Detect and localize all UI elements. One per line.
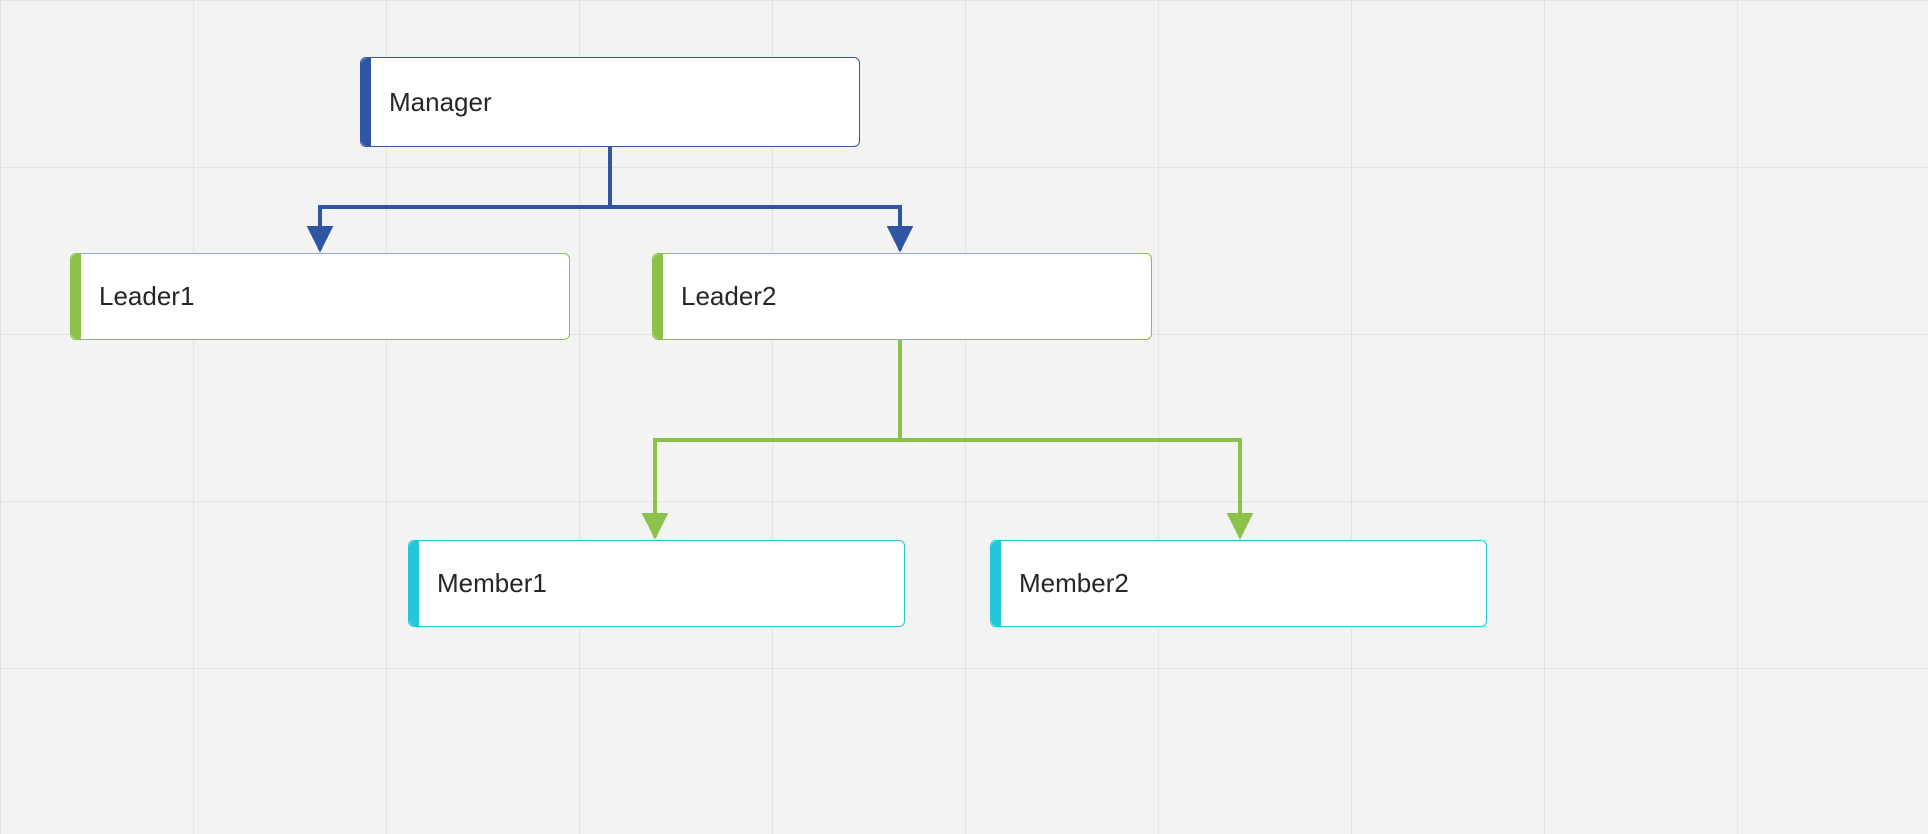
node-leader1[interactable]: Leader1: [70, 253, 570, 340]
node-label: Leader2: [681, 281, 776, 312]
node-label: Member1: [437, 568, 547, 599]
node-accent: [653, 254, 663, 339]
node-accent: [409, 541, 419, 626]
node-label: Leader1: [99, 281, 194, 312]
grid-background: [0, 0, 1928, 834]
node-accent: [71, 254, 81, 339]
node-accent: [361, 58, 371, 146]
node-manager[interactable]: Manager: [360, 57, 860, 147]
node-member1[interactable]: Member1: [408, 540, 905, 627]
node-label: Member2: [1019, 568, 1129, 599]
diagram-canvas[interactable]: Manager Leader1 Leader2 Member1 Member2: [0, 0, 1928, 834]
node-label: Manager: [389, 87, 492, 118]
node-accent: [991, 541, 1001, 626]
node-leader2[interactable]: Leader2: [652, 253, 1152, 340]
node-member2[interactable]: Member2: [990, 540, 1487, 627]
